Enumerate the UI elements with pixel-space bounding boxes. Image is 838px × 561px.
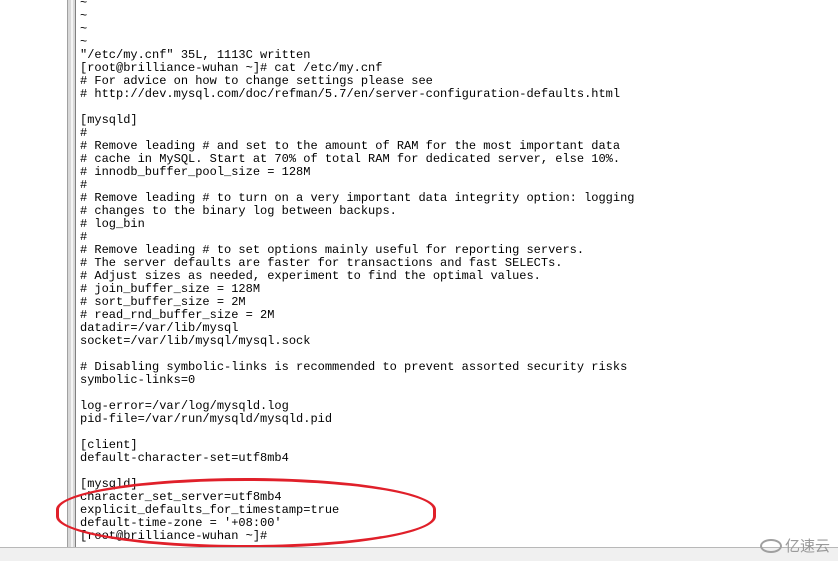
yisu-cloud-logo-icon: [759, 538, 782, 553]
terminal-line: ~: [80, 9, 88, 23]
terminal-line: ~: [80, 0, 88, 10]
watermark: 亿速云: [759, 535, 830, 556]
terminal-line: ~: [80, 22, 88, 36]
terminal-line: socket=/var/lib/mysql/mysql.sock: [80, 334, 311, 348]
terminal-left-border: [67, 0, 76, 547]
terminal-line: [mysqld]: [80, 113, 138, 127]
terminal-line: # http://dev.mysql.com/doc/refman/5.7/en…: [80, 87, 621, 101]
terminal-line: default-character-set=utf8mb4: [80, 451, 289, 465]
terminal-line: symbolic-links=0: [80, 373, 196, 387]
terminal-line: # innodb_buffer_pool_size = 128M: [80, 165, 311, 179]
terminal-output[interactable]: ~ ~ ~ ~ "/etc/my.cnf" 35L, 1113C written [roo…: [80, 0, 635, 543]
red-highlight-ellipse: [56, 478, 436, 548]
terminal-line: # changes to the binary log between back…: [80, 204, 397, 218]
terminal-line: pid-file=/var/run/mysqld/mysqld.pid: [80, 412, 333, 426]
terminal-line: # log_bin: [80, 217, 145, 231]
watermark-text: 亿速云: [784, 537, 830, 555]
status-bar: [0, 547, 838, 561]
